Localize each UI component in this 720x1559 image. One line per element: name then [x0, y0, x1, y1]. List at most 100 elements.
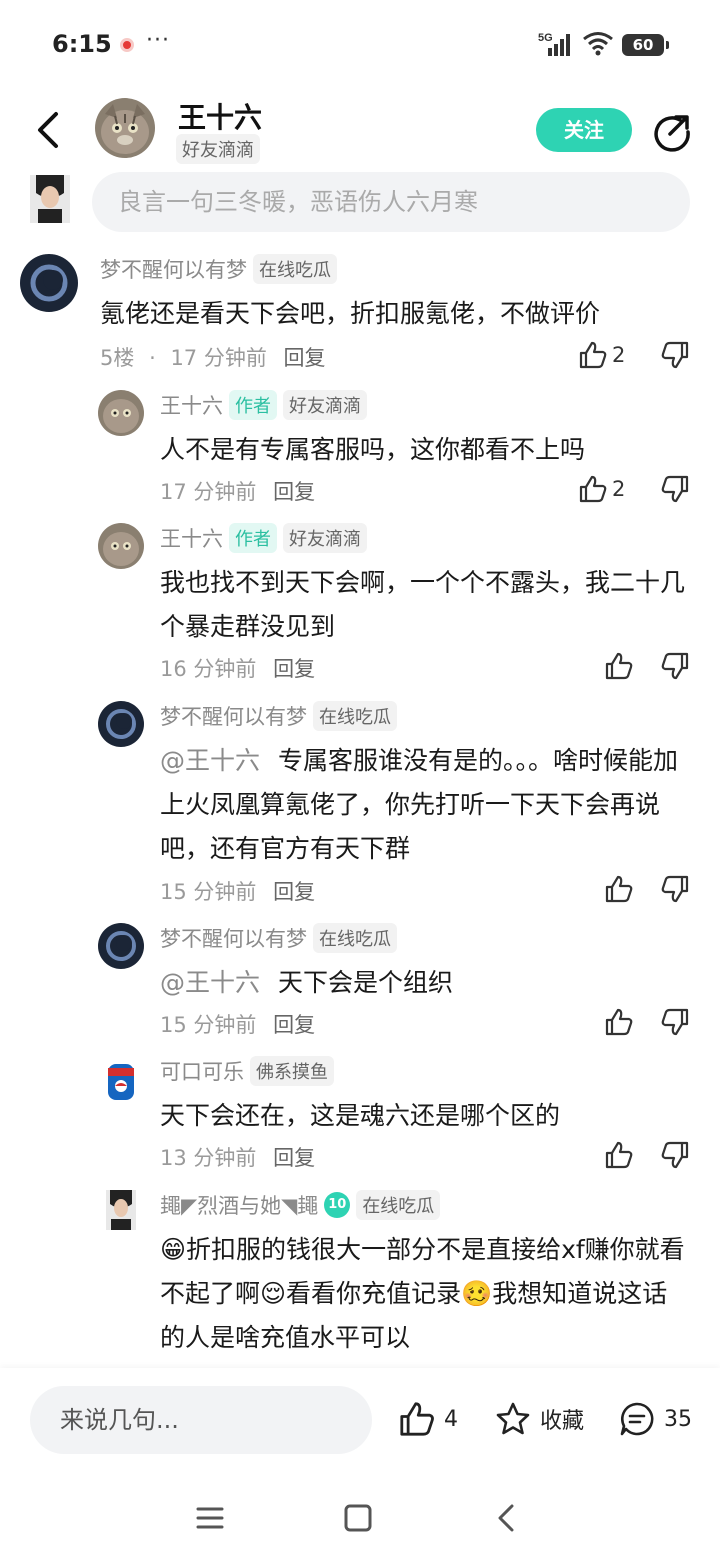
thumb-up-icon [400, 1402, 434, 1436]
commenter-avatar[interactable] [20, 254, 78, 312]
commenter-avatar[interactable] [98, 701, 144, 747]
commenter-name[interactable]: 王十六 [160, 390, 223, 420]
commenter-name[interactable]: 梦不醒何以有梦 [160, 701, 307, 731]
follow-button[interactable]: 关注 [536, 108, 632, 152]
comment-text: 我也找不到天下会啊，一个个不露头，我二十几个暴走群没见到 [160, 568, 686, 641]
author-avatar[interactable] [95, 98, 155, 158]
thumb-up-icon[interactable] [604, 874, 634, 904]
like-count: 2 [612, 343, 626, 367]
comment-text: 天下会还在，这是魂六还是哪个区的 [160, 1101, 561, 1130]
mention-link[interactable]: @王十六 [160, 968, 260, 997]
menu-icon[interactable] [190, 1498, 230, 1538]
author-name[interactable]: 王十六 [178, 96, 262, 136]
network-type-label: 5G [538, 32, 553, 44]
reply-button[interactable]: 回复 [273, 657, 315, 681]
commenter-name[interactable]: 王十六 [160, 523, 223, 553]
share-icon[interactable] [652, 112, 692, 152]
comment-item: 䵷◤烈酒与她◥䵷 10 在线吃瓜 😁折扣服的钱很大一部分不是直接给xf赚你就看不… [0, 1188, 720, 1366]
comment-meta: 16 分钟前 回复 [160, 653, 315, 683]
commenter-tag: 在线吃瓜 [313, 923, 397, 953]
thumb-up-icon [579, 475, 607, 503]
comment-meta: 15 分钟前 回复 [160, 1009, 315, 1039]
mention-link[interactable]: @王十六 [160, 746, 260, 775]
thumb-up-icon[interactable] [604, 1007, 634, 1037]
comment-text: 氪佬还是看天下会吧，折扣服氪佬，不做评价 [100, 299, 601, 328]
commenter-tag: 在线吃瓜 [253, 254, 337, 284]
commenter-avatar[interactable] [98, 390, 144, 436]
comment-text: @王十六 天下会是个组织 [160, 961, 695, 1005]
like-post-button[interactable]: 4 [398, 1400, 458, 1438]
reply-button[interactable]: 回复 [284, 346, 326, 370]
commenter-tag: 在线吃瓜 [313, 701, 397, 731]
like-button[interactable]: 2 [578, 340, 625, 370]
commenter-name[interactable]: 䵷◤烈酒与她◥䵷 [160, 1190, 318, 1220]
thumb-down-icon[interactable] [660, 340, 690, 370]
thumb-down-icon[interactable] [660, 1140, 690, 1170]
cellular-signal-icon: 5G [538, 32, 570, 56]
commenter-avatar[interactable] [106, 1190, 136, 1230]
status-more-icon: ··· [146, 28, 170, 53]
comment-time: 17 分钟前 [160, 480, 257, 504]
commenter-avatar[interactable] [98, 1058, 144, 1104]
author-badge: 作者 [229, 523, 277, 553]
thumb-down-icon[interactable] [660, 874, 690, 904]
comment-meta: 17 分钟前 回复 [160, 476, 315, 506]
commenter-avatar[interactable] [98, 523, 144, 569]
thumb-down-icon[interactable] [660, 1007, 690, 1037]
comment-text: 人不是有专属客服吗，这你都看不上吗 [160, 435, 586, 464]
commenter-tag: 在线吃瓜 [356, 1190, 441, 1220]
star-icon [496, 1402, 530, 1435]
favorite-label: 收藏 [540, 1409, 585, 1434]
comment-input[interactable]: 来说几句... [30, 1386, 372, 1454]
system-nav-bar [0, 1478, 720, 1559]
comment-body: 天下会是个组织 [278, 968, 454, 997]
notification-dot-icon [120, 38, 134, 52]
comment-meta: 5楼 · 17 分钟前 回复 [100, 346, 326, 370]
thumb-down-icon[interactable] [660, 651, 690, 681]
comments-button[interactable]: 35 [618, 1400, 692, 1438]
thumb-up-icon[interactable] [604, 651, 634, 681]
back-arrow-icon[interactable] [30, 108, 66, 152]
comment-text: 😁折扣服的钱很大一部分不是直接给xf赚你就看不起了啊😌看看你充值记录🥴我想知道说… [160, 1235, 685, 1352]
post-header: 王十六 好友滴滴 关注 [0, 92, 720, 172]
comment-meta: 15 分钟前 回复 [160, 876, 315, 906]
battery-icon: 60 [622, 34, 669, 56]
author-tag: 好友滴滴 [176, 134, 260, 164]
floor-number: 5楼 [100, 346, 135, 370]
like-count: 2 [612, 477, 626, 501]
wifi-icon [583, 32, 613, 56]
my-avatar [30, 175, 70, 223]
level-badge: 10 [324, 1192, 351, 1218]
comment-bubble-icon [620, 1402, 654, 1436]
commenter-name[interactable]: 可口可乐 [160, 1056, 244, 1086]
status-time: 6:15 [52, 30, 112, 58]
thumb-up-icon[interactable] [604, 1140, 634, 1170]
reply-button[interactable]: 回复 [273, 880, 315, 904]
status-bar: 6:15 ··· 5G 60 [0, 0, 720, 90]
commenter-avatar[interactable] [98, 923, 144, 969]
favorite-button[interactable]: 收藏 [494, 1400, 584, 1438]
back-icon[interactable] [488, 1498, 528, 1538]
like-button[interactable]: 2 [578, 474, 625, 504]
reply-button[interactable]: 回复 [273, 1013, 315, 1037]
post-like-count: 4 [444, 1406, 458, 1432]
comment-time: 13 分钟前 [160, 1146, 257, 1170]
commenter-tag: 好友滴滴 [283, 523, 367, 553]
thumb-down-icon[interactable] [660, 474, 690, 504]
thumb-up-icon [579, 341, 607, 369]
commenter-tag: 好友滴滴 [283, 390, 367, 420]
comment-meta: 13 分钟前 回复 [160, 1142, 315, 1172]
comment-text: @王十六 专属客服谁没有是的。。。啥时候能加上火凤凰算氪佬了，你先打听一下天下会再… [160, 739, 695, 871]
reply-button[interactable]: 回复 [273, 1146, 315, 1170]
commenter-name[interactable]: 梦不醒何以有梦 [160, 923, 307, 953]
comment-time: 15 分钟前 [160, 1013, 257, 1037]
comment-count: 35 [664, 1406, 692, 1432]
reply-input[interactable]: 良言一句三冬暖，恶语伤人六月寒 [92, 172, 690, 232]
commenter-tag: 佛系摸鱼 [250, 1056, 334, 1086]
author-badge: 作者 [229, 390, 277, 420]
comment-time: 17 分钟前 [170, 346, 267, 370]
reply-button[interactable]: 回复 [273, 480, 315, 504]
bottom-action-bar: 来说几句... 4 收藏 35 [0, 1368, 720, 1478]
home-icon[interactable] [338, 1498, 378, 1538]
commenter-name[interactable]: 梦不醒何以有梦 [100, 254, 247, 284]
